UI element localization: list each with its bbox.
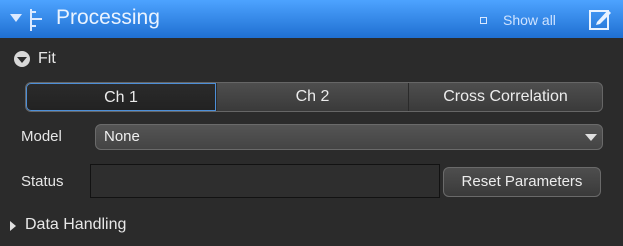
collapse-triangle-icon[interactable] [10,14,22,22]
status-row: Status Reset Parameters [0,164,623,198]
tab-ch2[interactable]: Ch 2 [216,83,408,111]
status-field [90,164,440,198]
chevron-down-icon[interactable] [580,125,602,149]
model-value: None [104,128,140,145]
fit-label: Fit [38,50,56,67]
model-select[interactable]: None [95,124,603,150]
fit-section-header[interactable]: Fit [0,46,623,72]
panel-header: Processing Show all [0,0,623,38]
model-row: Model None [0,122,623,152]
model-label: Model [21,128,62,145]
show-all-label[interactable]: Show all [503,12,556,28]
tree-icon [30,9,42,31]
data-handling-label: Data Handling [25,216,127,233]
show-all-checkbox[interactable] [480,17,487,24]
edit-icon[interactable] [588,7,612,31]
channel-tabs: Ch 1 Ch 2 Cross Correlation [25,82,603,112]
tab-ch1[interactable]: Ch 1 [26,83,216,111]
triangle-right-icon[interactable] [10,221,16,231]
chevron-circle-down-icon[interactable] [14,51,30,67]
reset-parameters-button[interactable]: Reset Parameters [443,167,601,197]
data-handling-section[interactable]: Data Handling [0,212,623,238]
panel-title: Processing [56,6,160,29]
tab-cross-correlation[interactable]: Cross Correlation [408,83,602,111]
status-label: Status [21,173,64,190]
